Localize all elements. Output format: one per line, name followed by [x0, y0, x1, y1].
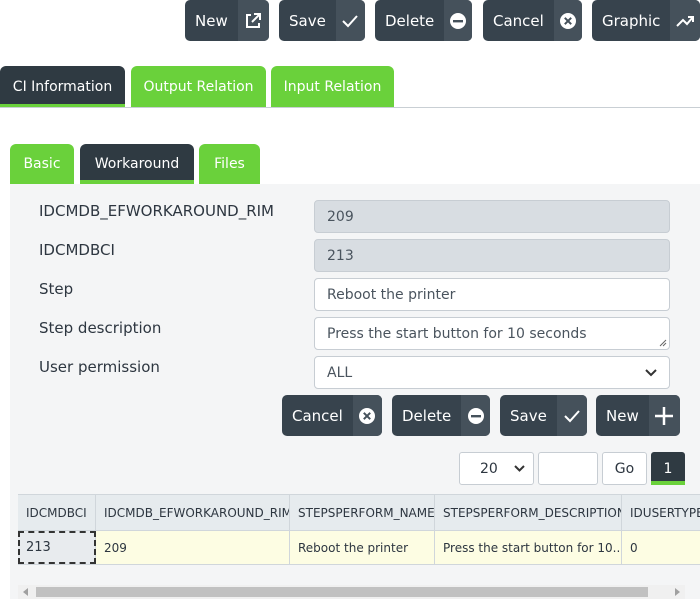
external-link-icon: [237, 0, 269, 41]
check-icon: [556, 395, 587, 436]
step-description-value: Press the start button for 10 seconds: [327, 325, 587, 342]
graphic-button-label: Graphic: [602, 11, 661, 30]
column-header-idcmdb-efworkaround-rim[interactable]: IDCMDB_EFWORKAROUND_RIM: [96, 495, 290, 530]
cell-idusertype[interactable]: 0: [622, 531, 700, 564]
column-header-label: STEPSPERFORM_DESCRIPTION: [443, 505, 622, 520]
form-delete-button[interactable]: Delete: [392, 395, 490, 436]
column-header-label: IDUSERTYPE: [630, 505, 700, 520]
cell-value: Reboot the printer: [298, 540, 409, 555]
cell-stepsperform-name[interactable]: Reboot the printer: [290, 531, 435, 564]
cell-idcmdbci[interactable]: 213: [18, 531, 96, 564]
tab-ci-information[interactable]: CI Information: [0, 66, 125, 108]
grid-header-row: IDCMDBCI IDCMDB_EFWORKAROUND_RIM STEPSPE…: [18, 495, 700, 530]
column-header-idcmdbci[interactable]: IDCMDBCI: [18, 495, 96, 530]
cell-value: 213: [26, 540, 51, 555]
close-circle-icon: [553, 0, 582, 41]
tab-basic-label: Basic: [23, 156, 61, 172]
tab-basic[interactable]: Basic: [10, 144, 74, 184]
user-permission-select[interactable]: ALL: [314, 356, 670, 389]
column-header-idusertype[interactable]: IDUSERTYPE: [622, 495, 700, 530]
new-button-label: New: [195, 11, 228, 30]
go-button-label: Go: [614, 460, 635, 477]
tab-divider: [0, 107, 700, 108]
cell-value: 0: [630, 540, 638, 555]
grid-horizontal-scrollbar[interactable]: [18, 585, 685, 599]
form-cancel-label: Cancel: [292, 406, 343, 425]
tab-input-relation-label: Input Relation: [283, 79, 382, 95]
column-header-label: IDCMDBCI: [26, 505, 87, 520]
trend-up-icon: [670, 0, 700, 41]
form-cancel-button[interactable]: Cancel: [282, 395, 382, 436]
tab-files[interactable]: Files: [199, 144, 260, 184]
cell-stepsperform-description[interactable]: Press the start button for 10...: [435, 531, 622, 564]
column-header-stepsperform-description[interactable]: STEPSPERFORM_DESCRIPTION: [435, 495, 622, 530]
label-idcmdb-efworkaround-rim: IDCMDB_EFWORKAROUND_RIM: [39, 202, 274, 220]
user-permission-value: ALL: [327, 364, 353, 381]
page-size-select[interactable]: 20: [459, 452, 534, 485]
cell-idcmdb-efworkaround-rim[interactable]: 209: [96, 531, 290, 564]
page-number-input[interactable]: [538, 452, 598, 485]
table-row[interactable]: 213 209 Reboot the printer Press the sta…: [18, 530, 700, 565]
idcmdb-efworkaround-rim-field: 209: [314, 200, 670, 233]
tab-output-relation-label: Output Relation: [143, 79, 254, 95]
label-user-permission: User permission: [39, 358, 160, 376]
minus-circle-icon: [461, 395, 490, 436]
delete-button-label: Delete: [385, 11, 435, 30]
column-header-label: IDCMDB_EFWORKAROUND_RIM: [104, 505, 290, 520]
label-idcmdbci: IDCMDBCI: [39, 241, 115, 259]
cancel-button-label: Cancel: [493, 11, 544, 30]
cancel-button[interactable]: Cancel: [483, 0, 582, 41]
workaround-grid: IDCMDBCI IDCMDB_EFWORKAROUND_RIM STEPSPE…: [18, 494, 700, 566]
resize-handle-icon[interactable]: [659, 339, 667, 347]
form-save-button[interactable]: Save: [500, 395, 587, 436]
plus-icon: [648, 395, 680, 436]
scroll-left-icon[interactable]: [23, 588, 28, 596]
go-button[interactable]: Go: [602, 452, 647, 485]
step-description-textarea[interactable]: Press the start button for 10 seconds: [314, 317, 670, 350]
form-save-label: Save: [510, 406, 547, 425]
idcmdbci-value: 213: [327, 247, 354, 264]
save-button[interactable]: Save: [279, 0, 365, 41]
page-size-value: 20: [480, 460, 498, 477]
form-delete-label: Delete: [402, 406, 452, 425]
delete-button[interactable]: Delete: [375, 0, 472, 41]
label-step-description: Step description: [39, 319, 162, 337]
save-button-label: Save: [289, 11, 326, 30]
minus-circle-icon: [444, 0, 472, 41]
form-new-label: New: [606, 406, 639, 425]
tab-workaround-label: Workaround: [94, 156, 180, 172]
tab-ci-information-label: CI Information: [12, 79, 113, 95]
column-header-label: STEPSPERFORM_NAME: [298, 505, 435, 520]
close-circle-icon: [352, 395, 382, 436]
column-header-stepsperform-name[interactable]: STEPSPERFORM_NAME: [290, 495, 435, 530]
new-button[interactable]: New: [185, 0, 269, 41]
current-page-button[interactable]: 1: [651, 452, 685, 485]
label-step: Step: [39, 280, 74, 298]
idcmdbci-field: 213: [314, 239, 670, 272]
step-value: Reboot the printer: [327, 286, 456, 303]
tab-input-relation[interactable]: Input Relation: [271, 66, 394, 108]
step-input[interactable]: Reboot the printer: [314, 278, 670, 311]
top-toolbar: New Save Delete Cancel Graphic: [0, 0, 700, 44]
current-page-label: 1: [663, 460, 673, 477]
cell-value: Press the start button for 10...: [443, 540, 622, 555]
cell-value: 209: [104, 540, 127, 555]
graphic-button[interactable]: Graphic: [592, 0, 700, 41]
idcmdb-efworkaround-rim-value: 209: [327, 208, 354, 225]
scrollbar-thumb[interactable]: [36, 587, 648, 597]
tab-output-relation[interactable]: Output Relation: [131, 66, 266, 108]
scroll-right-icon[interactable]: [675, 588, 680, 596]
form-new-button[interactable]: New: [596, 395, 680, 436]
chevron-down-icon: [514, 465, 525, 472]
chevron-down-icon: [645, 368, 657, 376]
check-icon: [335, 0, 365, 41]
tab-files-label: Files: [214, 156, 245, 172]
tab-workaround[interactable]: Workaround: [80, 144, 194, 184]
